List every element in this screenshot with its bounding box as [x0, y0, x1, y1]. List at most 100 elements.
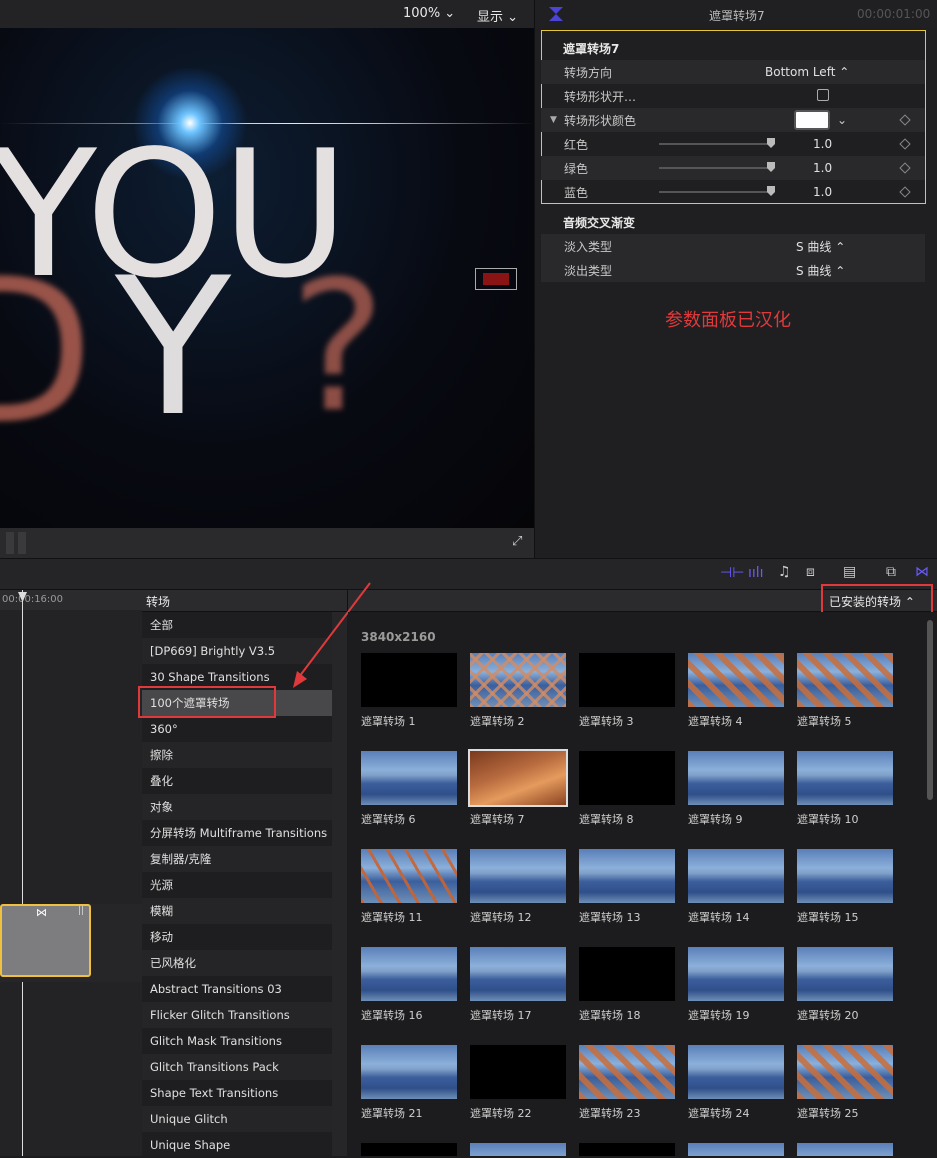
transition-thumbnail[interactable] — [361, 751, 457, 805]
transition-thumbnail[interactable] — [797, 849, 893, 903]
category-item[interactable]: 移动 — [142, 924, 332, 950]
transition-thumbnail[interactable] — [361, 653, 457, 707]
transition-caption: 遮罩转场 6 — [361, 813, 416, 826]
category-item[interactable]: 光源 — [142, 872, 332, 898]
audio-skimming-icon[interactable]: ıılı — [748, 565, 764, 581]
installed-transitions-dropdown[interactable]: 已安装的转场 ⌃ — [821, 584, 933, 615]
chevron-down-icon[interactable]: ⌄ — [837, 113, 847, 127]
keyframe-diamond-icon[interactable] — [899, 186, 911, 198]
fade-in-popup[interactable]: S 曲线 ⌃ — [796, 238, 845, 255]
slider-knob[interactable] — [767, 162, 775, 172]
transition-thumbnail[interactable] — [470, 1045, 566, 1099]
category-item[interactable]: Unique Glitch — [142, 1106, 332, 1132]
category-item[interactable]: 已风格化 — [142, 950, 332, 976]
category-item[interactable]: 复制器/克隆 — [142, 846, 332, 872]
param-label: 转场形状颜色 — [564, 113, 637, 128]
category-item[interactable]: Abstract Transitions 03 — [142, 976, 332, 1002]
slider-knob[interactable] — [767, 138, 775, 148]
red-value[interactable]: 1.0 — [813, 137, 832, 151]
transitions-browser-header: 转场 已安装的转场 ⌃ — [142, 584, 937, 615]
category-item[interactable]: 叠化 — [142, 768, 332, 794]
transition-thumbnail[interactable] — [579, 653, 675, 707]
transition-thumbnail[interactable] — [688, 751, 784, 805]
shape-checkbox[interactable] — [817, 89, 829, 101]
direction-popup[interactable]: Bottom Left ⌃ — [765, 65, 849, 79]
transition-thumbnail[interactable] — [470, 1143, 566, 1156]
transition-thumbnail[interactable] — [688, 1143, 784, 1156]
clip-handle-icon[interactable]: || — [78, 906, 84, 916]
param-label: 淡出类型 — [564, 263, 613, 278]
category-item[interactable]: Glitch Transitions Pack — [142, 1054, 332, 1080]
color-well[interactable] — [794, 110, 830, 130]
transition-caption: 遮罩转场 4 — [688, 715, 743, 728]
transition-clip[interactable]: ⋈ || — [0, 904, 91, 977]
transition-thumbnail[interactable] — [797, 947, 893, 1001]
transition-thumbnail[interactable] — [688, 849, 784, 903]
category-item[interactable]: 360° — [142, 716, 332, 742]
transition-thumbnail[interactable] — [579, 849, 675, 903]
transition-caption: 遮罩转场 14 — [688, 911, 750, 924]
transition-thumbnail[interactable] — [579, 751, 675, 805]
transition-caption: 遮罩转场 24 — [688, 1107, 750, 1120]
transition-caption: 遮罩转场 19 — [688, 1009, 750, 1022]
blue-value[interactable]: 1.0 — [813, 185, 832, 199]
transition-thumbnail[interactable] — [797, 653, 893, 707]
slider-knob[interactable] — [767, 186, 775, 196]
transition-thumbnail[interactable] — [361, 947, 457, 1001]
color-swatch-onscreen[interactable] — [475, 268, 517, 290]
category-item[interactable]: Flicker Glitch Transitions — [142, 1002, 332, 1028]
keyframe-diamond-icon[interactable] — [899, 114, 911, 126]
solo-icon[interactable]: ⧈ — [806, 564, 815, 580]
category-item[interactable]: 擦除 — [142, 742, 332, 768]
category-item[interactable]: Unique Shape — [142, 1132, 332, 1158]
disclosure-triangle-icon[interactable]: ▼ — [550, 115, 557, 125]
transitions-grid: 3840x2160 遮罩转场 1 遮罩转场 2 遮罩转场 3 遮罩转场 4 遮罩转场 5… — [348, 612, 924, 1156]
green-slider[interactable] — [659, 162, 775, 172]
transition-thumbnail[interactable] — [470, 947, 566, 1001]
transition-thumbnail[interactable] — [470, 849, 566, 903]
browser-toggle-icon[interactable]: ⧉ — [886, 564, 896, 580]
transition-thumbnail[interactable] — [797, 1143, 893, 1156]
fade-out-popup[interactable]: S 曲线 ⌃ — [796, 262, 845, 279]
blue-slider[interactable] — [659, 186, 775, 196]
grid-scrollbar[interactable] — [924, 612, 937, 1156]
transition-caption: 遮罩转场 7 — [470, 813, 525, 826]
category-item[interactable]: 对象 — [142, 794, 332, 820]
transition-thumbnail[interactable] — [688, 947, 784, 1001]
transition-thumbnail[interactable] — [797, 751, 893, 805]
grid-scroll-thumb[interactable] — [927, 620, 933, 800]
timeline-area[interactable]: 00:00:16:00 ⋈ || — [0, 590, 142, 1156]
category-item[interactable]: 模糊 — [142, 898, 332, 924]
transition-thumbnail[interactable] — [579, 1045, 675, 1099]
category-item[interactable]: Shape Text Transitions — [142, 1080, 332, 1106]
pane-handle[interactable] — [6, 532, 14, 554]
snapping-icon[interactable]: ⊣⊢ — [720, 565, 744, 581]
green-value[interactable]: 1.0 — [813, 161, 832, 175]
transition-thumbnail[interactable] — [688, 1045, 784, 1099]
transition-thumbnail[interactable] — [468, 749, 568, 807]
transition-thumbnail[interactable] — [361, 1045, 457, 1099]
pane-handle-2[interactable] — [18, 532, 26, 554]
zoom-dropdown[interactable]: 100% ⌄ — [403, 6, 455, 21]
category-item[interactable]: 分屏转场 Multiframe Transitions — [142, 820, 332, 846]
transition-thumbnail[interactable] — [688, 653, 784, 707]
playhead[interactable] — [22, 590, 23, 1156]
transition-thumbnail[interactable] — [361, 849, 457, 903]
param-row-red: 红色 1.0 — [541, 132, 925, 156]
transition-thumbnail[interactable] — [579, 947, 675, 1001]
transition-thumbnail[interactable] — [361, 1143, 457, 1156]
filmstrip-icon[interactable]: ▤ — [843, 564, 856, 580]
transition-thumbnail[interactable] — [579, 1143, 675, 1156]
keyframe-diamond-icon[interactable] — [899, 138, 911, 150]
category-item[interactable]: Glitch Mask Transitions — [142, 1028, 332, 1054]
display-dropdown[interactable]: 显示 ⌄ — [477, 6, 518, 25]
fullscreen-icon[interactable]: ⤢ — [512, 534, 522, 549]
transition-thumbnail[interactable] — [470, 653, 566, 707]
transition-thumbnail[interactable] — [797, 1045, 893, 1099]
viewer-canvas[interactable]: YOU Y D ? — [0, 28, 534, 528]
red-slider[interactable] — [659, 138, 775, 148]
keyframe-diamond-icon[interactable] — [899, 162, 911, 174]
transitions-browser-icon[interactable]: ⋈ — [915, 564, 929, 580]
headphones-icon[interactable]: ♫ — [778, 564, 791, 580]
transition-caption: 遮罩转场 11 — [361, 911, 423, 924]
